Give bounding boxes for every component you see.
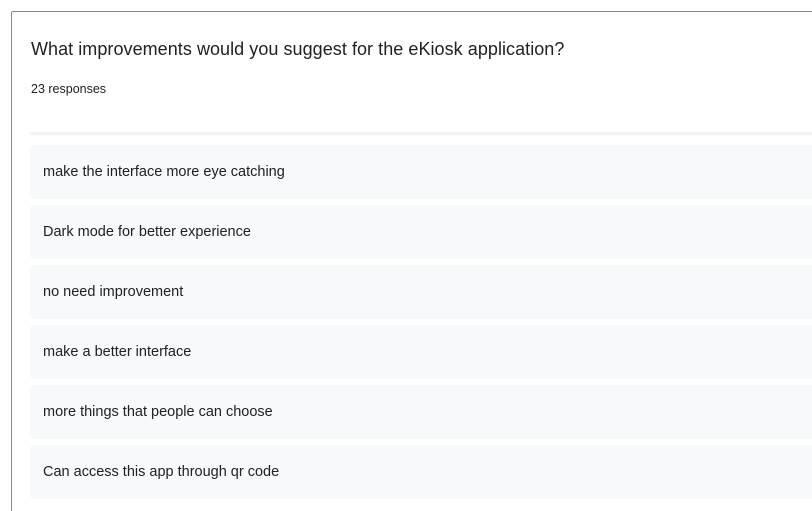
response-item: Can access this app through qr code <box>30 445 812 499</box>
scroll-edge <box>30 132 812 135</box>
response-item: more things that people can choose <box>30 385 812 439</box>
question-title: What improvements would you suggest for … <box>31 39 565 59</box>
response-list[interactable]: make the interface more eye catching Dar… <box>30 145 812 505</box>
response-item: make the interface more eye catching <box>30 145 812 199</box>
question-card: What improvements would you suggest for … <box>11 11 812 511</box>
response-item: make a better interface <box>30 325 812 379</box>
response-item: Dark mode for better experience <box>30 205 812 259</box>
response-count: 23 responses <box>31 82 107 96</box>
response-item: no need improvement <box>30 265 812 319</box>
